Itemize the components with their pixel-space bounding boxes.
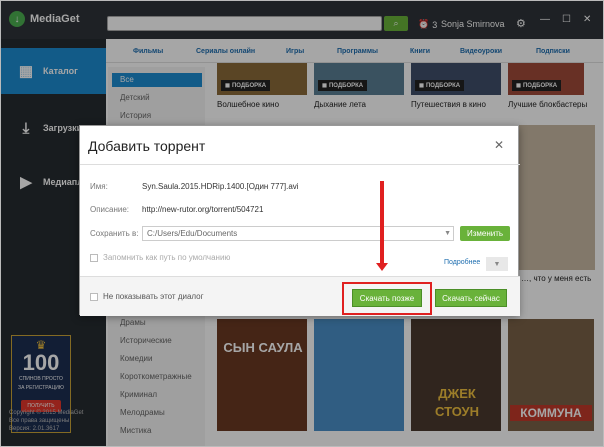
annotation-arrowhead — [376, 263, 388, 271]
dialog-title: Добавить торрент — [88, 138, 206, 154]
chevron-down-icon: ▼ — [493, 260, 501, 268]
add-torrent-dialog: Добавить торрент ✕ Имя: Syn.Saula.2015.H… — [79, 125, 520, 316]
description-label: Описание: — [90, 205, 130, 214]
dont-show-label: Не показывать этот диалог — [103, 292, 204, 301]
more-details-dropdown[interactable]: ▼ — [486, 257, 508, 271]
dialog-divider — [80, 164, 520, 165]
save-path-value: C:/Users/Edu/Documents — [147, 229, 238, 238]
remember-path-checkbox[interactable]: Запомнить как путь по умолчанию — [90, 253, 230, 262]
checkbox-box[interactable] — [90, 292, 98, 301]
name-label: Имя: — [90, 182, 108, 191]
save-path-select[interactable]: C:/Users/Edu/Documents ▼ — [142, 226, 454, 241]
dont-show-checkbox[interactable]: Не показывать этот диалог — [90, 292, 204, 301]
checkbox-box[interactable] — [90, 253, 98, 262]
download-later-button[interactable]: Скачать позже — [352, 289, 422, 307]
name-value: Syn.Saula.2015.HDRip.1400.[Один 777].avi — [142, 182, 299, 191]
remember-path-label: Запомнить как путь по умолчанию — [103, 253, 231, 262]
more-details-link[interactable]: Подробнее — [444, 259, 480, 266]
change-path-button[interactable]: Изменить — [460, 226, 510, 241]
download-now-button[interactable]: Скачать сейчас — [435, 289, 507, 307]
annotation-arrow — [380, 181, 384, 266]
chevron-down-icon: ▼ — [444, 230, 451, 237]
save-to-label: Сохранить в: — [90, 229, 139, 238]
close-icon[interactable]: ✕ — [494, 138, 504, 152]
description-value: http://new-rutor.org/torrent/504721 — [142, 205, 264, 214]
app-window: ↓ MediaGet ⌕ ⏰ 3 Sonja Smirnova ⚙ — ☐ ✕ … — [0, 0, 604, 447]
